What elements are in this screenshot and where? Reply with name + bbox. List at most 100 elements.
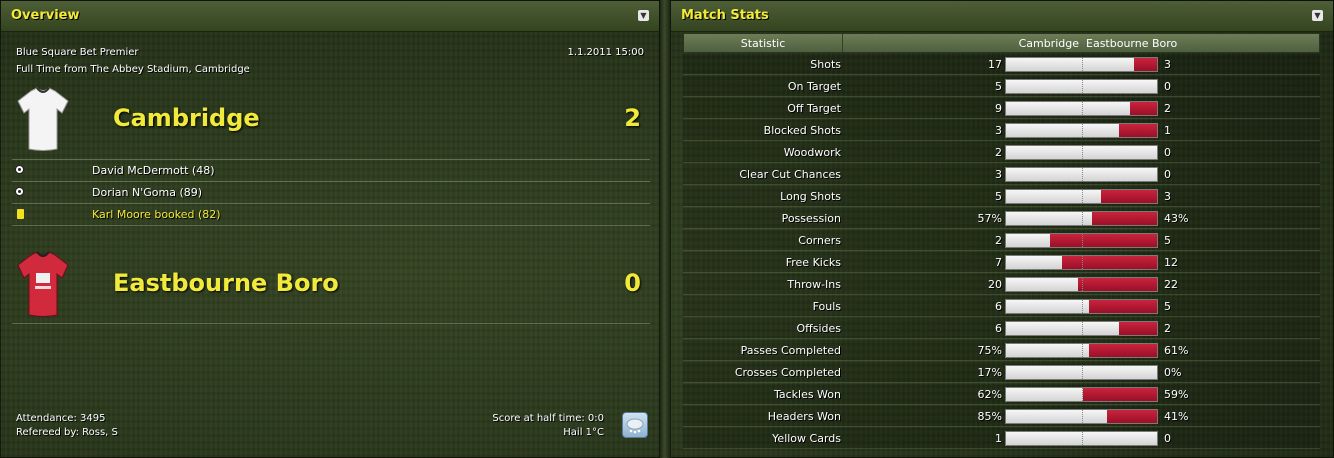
stats-row[interactable]: Free Kicks 7 12 [683,252,1320,273]
stat-label: Long Shots [780,190,841,203]
panel-splitter[interactable] [660,0,670,458]
panel-menu-icon[interactable]: ▼ [1312,10,1323,21]
home-team-name[interactable]: Cambridge [113,104,260,132]
stat-comparison-bar [1005,277,1158,292]
overview-panel: Overview ▼ Blue Square Bet Premier 1.1.2… [0,0,660,458]
stat-away-value: 5 [1164,234,1171,247]
stat-home-value: 5 [995,80,1002,93]
event-row[interactable]: David McDermott (48) [12,160,650,182]
stats-row[interactable]: Off Target 9 2 [683,98,1320,119]
stats-row[interactable]: Shots 17 3 [683,54,1320,75]
match-stats-title: Match Stats [681,8,769,23]
stats-row[interactable]: Crosses Completed 17% 0% [683,362,1320,383]
away-team-name[interactable]: Eastbourne Boro [113,269,339,297]
stat-comparison-bar [1005,211,1158,226]
stat-comparison-bar [1005,101,1158,116]
stat-away-value: 2 [1164,322,1171,335]
column-header-home[interactable]: Cambridge [1019,34,1079,54]
away-bar-fill [1083,388,1157,401]
bar-midline [1082,190,1083,203]
ball-icon [15,165,24,174]
stat-away-value: 1 [1164,124,1171,137]
stats-row[interactable]: Offsides 6 2 [683,318,1320,339]
stat-away-value: 3 [1164,58,1171,71]
stat-away-value: 41% [1164,410,1189,423]
stat-label: Woodwork [783,146,841,159]
stat-label: Possession [781,212,841,225]
away-bar-fill [1101,190,1157,203]
stats-row[interactable]: Clear Cut Chances 3 0 [683,164,1320,185]
bar-midline [1082,234,1083,247]
stat-away-value: 0 [1164,432,1171,445]
stat-label: Blocked Shots [763,124,841,137]
away-bar-fill [1078,278,1157,291]
hail-icon [622,412,648,438]
stats-row[interactable]: Long Shots 5 3 [683,186,1320,207]
event-row[interactable]: Dorian N'Goma (89) [12,182,650,204]
stat-label: Free Kicks [785,256,841,269]
stat-home-value: 57% [977,212,1002,225]
stats-row[interactable]: Passes Completed 75% 61% [683,340,1320,361]
stat-away-value: 0% [1164,366,1182,379]
stat-comparison-bar [1005,431,1158,446]
event-row[interactable]: Karl Moore booked (82) [12,204,650,226]
stats-row[interactable]: Fouls 6 5 [683,296,1320,317]
stat-home-value: 7 [995,256,1002,269]
stat-away-value: 0 [1164,80,1171,93]
bar-midline [1082,102,1083,115]
bar-midline [1082,300,1083,313]
competition-name[interactable]: Blue Square Bet Premier [16,47,139,58]
stats-row[interactable]: Throw-Ins 20 22 [683,274,1320,295]
home-bar-fill [1006,190,1102,203]
home-bar-fill [1006,322,1120,335]
bar-midline [1082,168,1083,181]
stats-row[interactable]: Yellow Cards 1 0 [683,428,1320,449]
stat-away-value: 3 [1164,190,1171,203]
stat-comparison-bar [1005,123,1158,138]
stat-away-value: 43% [1164,212,1189,225]
stat-comparison-bar [1005,233,1158,248]
stat-comparison-bar [1005,167,1158,182]
stat-label: Clear Cut Chances [739,168,841,181]
column-header-statistic[interactable]: Statistic [684,34,842,54]
stat-away-value: 12 [1164,256,1178,269]
stats-row[interactable]: Possession 57% 43% [683,208,1320,229]
stat-label: Corners [798,234,841,247]
stats-row[interactable]: Tackles Won 62% 59% [683,384,1320,405]
home-bar-fill [1006,388,1083,401]
stat-away-value: 2 [1164,102,1171,115]
stat-comparison-bar [1005,255,1158,270]
match-stats-panel: Match Stats ▼ Statistic Cambridge Eastbo… [670,0,1334,458]
bar-midline [1082,432,1083,445]
stat-home-value: 2 [995,234,1002,247]
stat-home-value: 85% [977,410,1002,423]
column-header-away[interactable]: Eastbourne Boro [1086,34,1177,54]
stat-comparison-bar [1005,79,1158,94]
stat-away-value: 22 [1164,278,1178,291]
stat-label: Shots [810,58,841,71]
bar-midline [1082,410,1083,423]
stats-row[interactable]: Woodwork 2 0 [683,142,1320,163]
stats-row[interactable]: Corners 2 5 [683,230,1320,251]
away-bar-fill [1119,322,1157,335]
yellow-card-icon [17,209,24,219]
stats-row[interactable]: Blocked Shots 3 1 [683,120,1320,141]
referee[interactable]: Refereed by: Ross, S [16,427,118,438]
stat-comparison-bar [1005,145,1158,160]
panel-menu-icon[interactable]: ▼ [638,10,649,21]
away-bar-fill [1089,300,1157,313]
stats-row[interactable]: On Target 5 0 [683,76,1320,97]
stat-label: Throw-Ins [787,278,841,291]
stat-away-value: 5 [1164,300,1171,313]
away-bar-fill [1089,344,1157,357]
stat-comparison-bar [1005,321,1158,336]
stats-row[interactable]: Headers Won 85% 41% [683,406,1320,427]
stat-label: Offsides [796,322,841,335]
attendance: Attendance: 3495 [16,413,106,424]
overview-title: Overview [11,8,80,23]
away-bar-fill [1107,410,1157,423]
stat-home-value: 2 [995,146,1002,159]
stat-home-value: 3 [995,168,1002,181]
home-bar-fill [1006,300,1090,313]
stat-away-value: 0 [1164,146,1171,159]
